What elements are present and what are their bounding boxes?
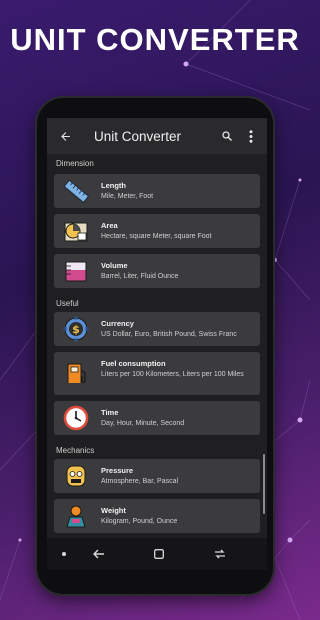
section-mechanics: Mechanics <box>56 446 95 455</box>
clock-icon <box>63 405 89 431</box>
search-icon[interactable] <box>215 118 239 154</box>
nav-home-icon[interactable] <box>149 538 169 570</box>
app-screen: Unit Converter Dimension Length Mile, Me… <box>47 118 267 570</box>
nav-dot-icon <box>57 538 71 570</box>
list-item-time[interactable]: Time Day, Hour, Minute, Second <box>54 401 260 435</box>
list-item-weight[interactable]: Weight Kilogram, Pound, Ounce <box>54 499 260 533</box>
arrow-back-icon[interactable] <box>47 118 83 154</box>
list-item-area[interactable]: Area Hectare, square Meter, square Foot <box>54 214 260 248</box>
system-navigation-bar <box>47 538 267 570</box>
item-desc: Mile, Meter, Foot <box>101 193 154 200</box>
item-desc: Day, Hour, Minute, Second <box>101 420 185 427</box>
item-name: Time <box>101 408 119 417</box>
scrollbar[interactable] <box>263 454 265 514</box>
list-item-length[interactable]: Length Mile, Meter, Foot <box>54 174 260 208</box>
item-name: Fuel consumption <box>101 359 166 368</box>
currency-icon: $ <box>63 316 89 342</box>
item-name: Volume <box>101 261 128 270</box>
svg-text:$: $ <box>72 323 80 336</box>
list-item-fuel-consumption[interactable]: Fuel consumption Liters per 100 Kilomete… <box>54 352 260 395</box>
item-desc: Hectare, square Meter, square Foot <box>101 233 212 240</box>
fuel-pump-icon <box>67 363 86 386</box>
item-desc: Barrel, Liter, Fluid Ounce <box>101 273 179 280</box>
item-desc: Liters per 100 Kilometers, Liters per 10… <box>101 371 244 378</box>
beaker-icon <box>65 261 87 282</box>
app-bar: Unit Converter <box>47 118 267 154</box>
item-name: Weight <box>101 506 126 515</box>
nav-recents-icon[interactable] <box>210 538 230 570</box>
item-name: Pressure <box>101 466 134 475</box>
item-desc: US Dollar, Euro, British Pound, Swiss Fr… <box>101 331 237 338</box>
item-desc: Atmosphere, Bar, Pascal <box>101 478 179 485</box>
app-title: Unit Converter <box>94 128 182 144</box>
list-item-currency[interactable]: $ Currency US Dollar, Euro, British Poun… <box>54 312 260 346</box>
item-name: Area <box>101 221 118 230</box>
promo-title: UNIT CONVERTER <box>10 22 300 57</box>
section-useful: Useful <box>56 299 79 308</box>
more-vert-icon[interactable] <box>239 118 263 154</box>
section-dimension: Dimension <box>56 159 94 168</box>
area-icon <box>64 222 88 242</box>
converter-list: Dimension Length Mile, Meter, Foot Area … <box>47 154 267 570</box>
weight-icon <box>66 505 86 528</box>
pressure-icon <box>66 465 86 487</box>
nav-back-icon[interactable] <box>89 538 109 570</box>
item-desc: Kilogram, Pound, Ounce <box>101 518 178 525</box>
list-item-volume[interactable]: Volume Barrel, Liter, Fluid Ounce <box>54 254 260 288</box>
item-name: Length <box>101 181 126 190</box>
list-item-pressure[interactable]: Pressure Atmosphere, Bar, Pascal <box>54 459 260 493</box>
ruler-icon <box>64 180 89 203</box>
item-name: Currency <box>101 319 134 328</box>
